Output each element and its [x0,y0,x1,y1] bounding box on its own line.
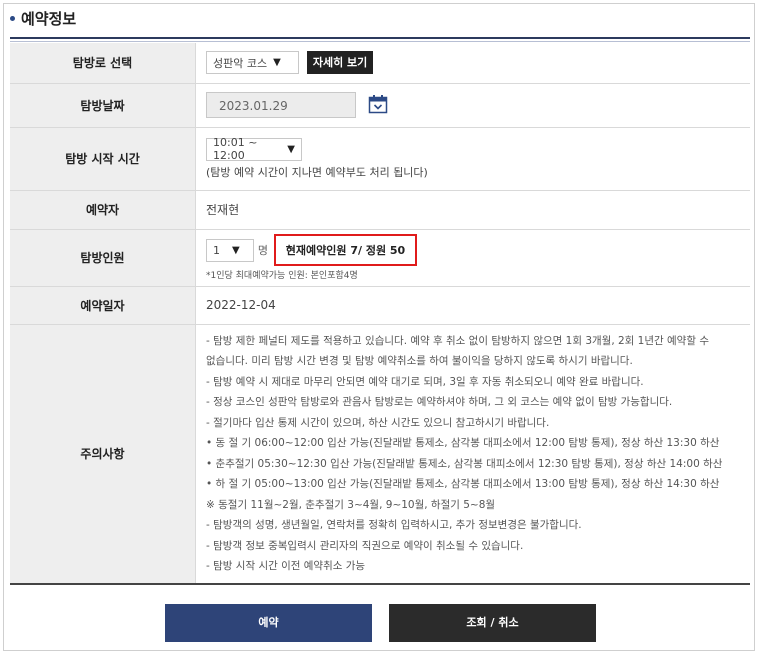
list-item: • 동 절 기 06:00~12:00 입산 가능(진달래밭 통제소, 삼각봉 … [206,437,720,449]
row-people: 탐방인원 1 ▼ 명 현재예약인원 7/ 정원 50 *1인당 최대예약가능 인… [10,229,750,287]
calendar-icon[interactable] [368,94,388,117]
list-item: - 절기마다 입산 통제 시간이 있으며, 하산 시간도 있으니 참고하시기 바… [206,416,550,429]
list-item: • 하 절 기 05:00~13:00 입산 가능(진달래밭 통제소, 삼각봉 … [206,478,720,490]
row-date: 탐방날짜 2023.01.29 [10,83,750,128]
start-time-select[interactable]: 10:01 ~ 12:00 ▼ [206,136,302,162]
divider [10,37,750,39]
list-item: - 탐방객 정보 중복입력시 관리자의 직권으로 예약이 취소될 수 있습니다. [206,539,524,552]
row-label: 탐방 시작 시간 [10,127,196,191]
row-label: 주의사항 [10,324,196,585]
people-unit: 명 [257,244,268,257]
row-label: 예약자 [10,190,196,230]
no-show-note: (탐방 예약 시간이 지나면 예약부도 처리 됩니다) [206,165,428,179]
row-label: 예약일자 [10,286,196,325]
notes-list: - 탐방 제한 페널티 제도를 적용하고 있습니다. 예약 후 취소 없이 탐방… [206,325,750,583]
reserve-date-value: 2022-12-04 [195,286,750,325]
max-people-hint: *1인당 최대예약가능 인원: 본인포함4명 [206,271,358,281]
list-item: ※ 동절기 11월~2월, 춘추절기 3~4월, 9~10월, 하절기 5~8월 [206,498,496,511]
section-title-text: 예약정보 [21,10,77,28]
list-item: - 탐방 제한 페널티 제도를 적용하고 있습니다. 예약 후 취소 없이 탐방… [206,334,709,347]
list-item: 없습니다. 미리 탐방 시간 변경 및 탐방 예약취소를 하여 불이익을 당하지… [206,355,633,367]
section-title: 예약정보 [10,8,76,29]
row-label: 탐방로 선택 [10,43,196,84]
list-item: • 춘추절기 05:30~12:30 입산 가능(진달래밭 통제소, 삼각봉 대… [206,457,723,470]
list-item: - 정상 코스인 성판악 탐방로와 관음사 탐방로는 예약하셔야 하며, 그 외… [206,396,673,408]
row-reserve-date: 예약일자 2022-12-04 [10,286,750,325]
capacity-status: 현재예약인원 7/ 정원 50 [273,234,418,266]
reservation-form-table: 탐방로 선택 성판악 코스 ▼ 자세히 보기 탐방날짜 2023.01.29 탐… [10,43,750,585]
dropdown-arrow-icon: ▼ [273,57,281,69]
row-reserver: 예약자 전재현 [10,190,750,230]
reserver-name: 전재현 [195,190,750,230]
dropdown-arrow-icon: ▼ [287,143,295,155]
date-input[interactable]: 2023.01.29 [206,92,356,118]
list-item: - 탐방 시작 시간 이전 예약취소 가능 [206,560,366,572]
dropdown-arrow-icon: ▼ [232,244,240,256]
list-item: - 탐방객의 성명, 생년월일, 연락처를 정확히 입력하시고, 추가 정보변경… [206,519,582,531]
inquiry-cancel-button[interactable]: 조회 / 취소 [389,604,596,642]
bullet-dot-icon [10,16,15,21]
people-count-select[interactable]: 1 ▼ [206,238,254,262]
row-label: 탐방인원 [10,229,196,287]
divider [10,41,750,42]
row-label: 탐방날짜 [10,83,196,128]
row-start-time: 탐방 시작 시간 10:01 ~ 12:00 ▼ (탐방 예약 시간이 지나면 … [10,127,750,191]
list-item: - 탐방 예약 시 제대로 마무리 안되면 예약 대기로 되며, 3일 후 자동… [206,375,644,388]
row-notes: 주의사항 - 탐방 제한 페널티 제도를 적용하고 있습니다. 예약 후 취소 … [10,324,750,585]
view-detail-button[interactable]: 자세히 보기 [306,51,374,75]
reserve-button[interactable]: 예약 [165,604,372,642]
row-route: 탐방로 선택 성판악 코스 ▼ 자세히 보기 [10,43,750,84]
route-select[interactable]: 성판악 코스 ▼ [206,51,299,75]
